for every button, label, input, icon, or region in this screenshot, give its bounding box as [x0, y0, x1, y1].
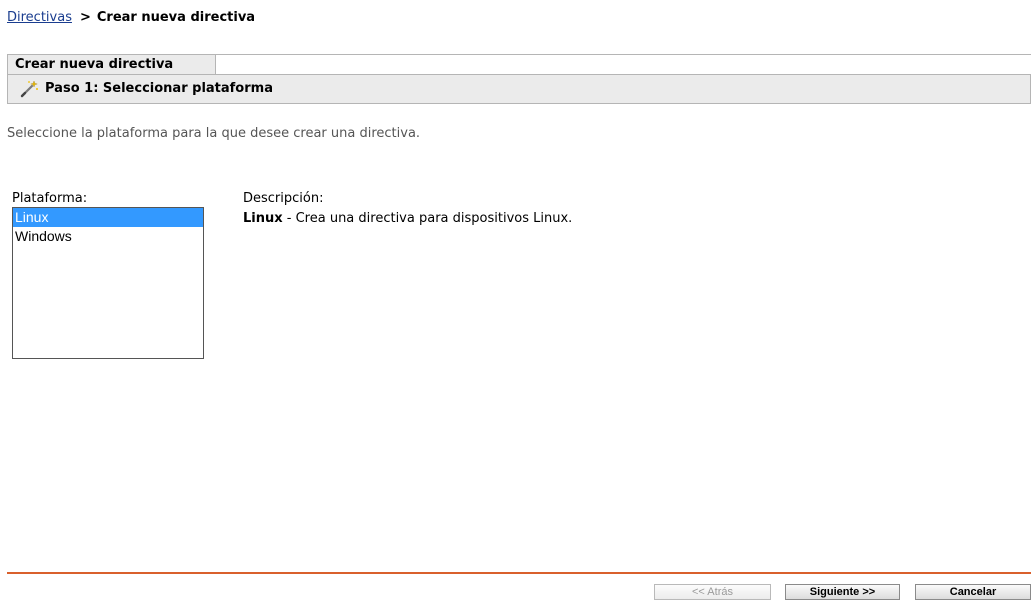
next-button[interactable]: Siguiente >>	[785, 584, 900, 600]
create-policy-wizard-page: Directivas > Crear nueva directiva Crear n…	[0, 0, 1031, 600]
wizard-tab-strip	[215, 54, 1031, 74]
wand-icon	[20, 80, 38, 98]
instructions-text: Seleccione la plataforma para la que des…	[7, 126, 421, 141]
description-text: Linux - Crea una directiva para disposit…	[243, 211, 572, 227]
breadcrumb: Directivas > Crear nueva directiva	[7, 10, 255, 26]
step-title: Paso 1: Seleccionar plataforma	[45, 81, 273, 96]
step-header: Paso 1: Seleccionar plataforma	[7, 74, 1031, 104]
platform-option-linux[interactable]: Linux	[13, 208, 203, 227]
description-body: - Crea una directiva para dispositivos L…	[282, 211, 573, 226]
cancel-button[interactable]: Cancelar	[915, 584, 1031, 600]
description-platform-name: Linux	[243, 211, 283, 226]
platform-listbox[interactable]: Linux Windows	[12, 207, 204, 359]
wizard-tab-title: Crear nueva directiva	[15, 57, 174, 72]
wizard-tab: Crear nueva directiva	[7, 54, 216, 74]
breadcrumb-separator: >	[79, 10, 91, 25]
platform-option-windows[interactable]: Windows	[13, 227, 203, 246]
platform-label: Plataforma:	[12, 191, 88, 206]
breadcrumb-link-directivas[interactable]: Directivas	[7, 10, 72, 25]
back-button[interactable]: << Atrás	[654, 584, 771, 600]
breadcrumb-current: Crear nueva directiva	[96, 10, 256, 25]
footer-divider	[7, 572, 1031, 574]
description-label: Descripción:	[243, 191, 324, 206]
